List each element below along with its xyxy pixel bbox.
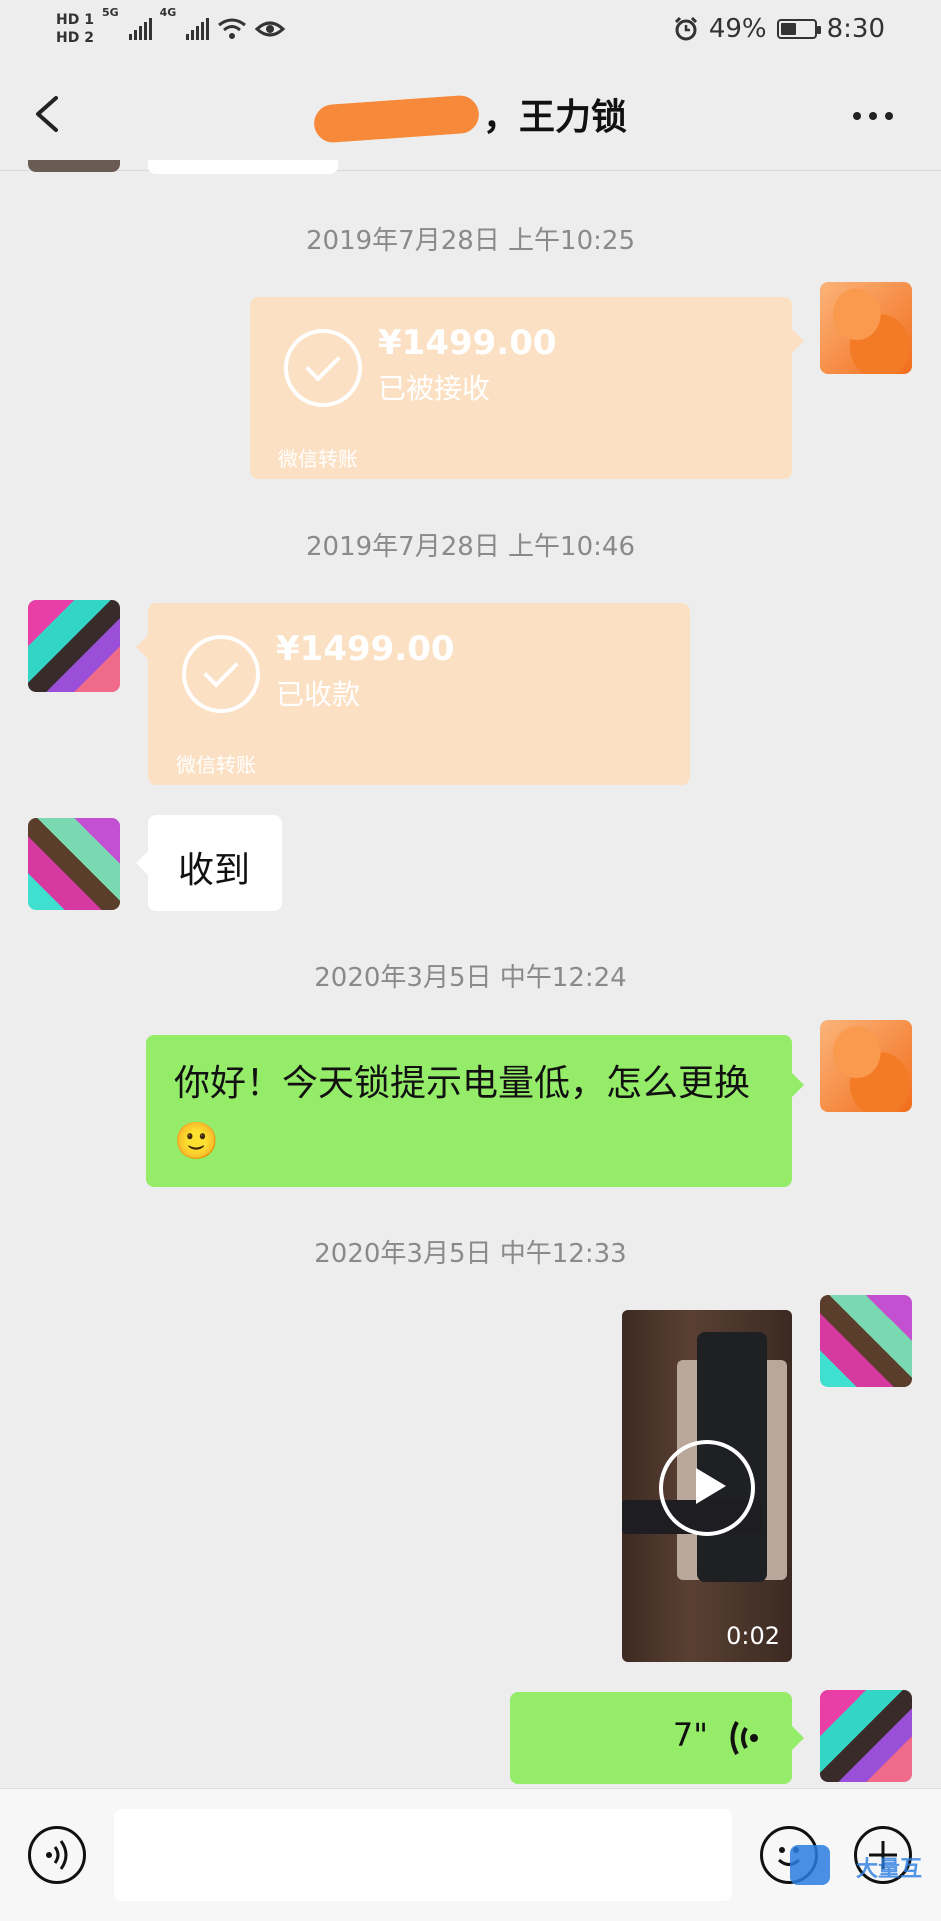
message-input[interactable] bbox=[114, 1809, 732, 1901]
my-avatar[interactable] bbox=[820, 1295, 912, 1387]
smile-emoji-icon: 🙂 bbox=[174, 1121, 219, 1162]
status-bar: HD 1 HD 2 5G 4G 49% 8:30 bbox=[0, 0, 941, 58]
voice-wave-icon bbox=[730, 1721, 758, 1755]
transfer-card-received[interactable]: ¥1499.00 已收款 微信转账 bbox=[136, 603, 690, 785]
my-avatar[interactable] bbox=[820, 1690, 912, 1782]
transfer-amount: ¥1499.00 bbox=[276, 629, 455, 669]
video-message[interactable]: 0:02 bbox=[622, 1310, 792, 1662]
message-text: 你好！今天锁提示电量低，怎么更换 🙂 bbox=[174, 1055, 774, 1171]
bubble-tail bbox=[792, 1726, 804, 1750]
transfer-status: 已收款 bbox=[276, 678, 361, 711]
input-bar: 大量互 bbox=[0, 1788, 941, 1921]
previous-avatar-remnant bbox=[28, 160, 120, 172]
alarm-icon bbox=[674, 16, 697, 41]
clock: 8:30 bbox=[826, 14, 885, 44]
chat-header: ，王力锁 bbox=[0, 58, 941, 171]
battery-icon bbox=[776, 19, 821, 39]
message-bubble-sent[interactable]: 你好！今天锁提示电量低，怎么更换 🙂 bbox=[146, 1035, 804, 1187]
battery-fill bbox=[780, 23, 797, 35]
voice-input-icon[interactable] bbox=[28, 1826, 86, 1884]
signal-icon bbox=[128, 18, 152, 40]
transfer-amount: ¥1499.00 bbox=[378, 323, 557, 363]
question-text: 你好！今天锁提示电量低，怎么更换 bbox=[174, 1063, 751, 1104]
voice-duration: 7" bbox=[672, 1716, 708, 1754]
redacted-name bbox=[312, 94, 481, 144]
hd2-label: HD 2 bbox=[56, 30, 94, 46]
video-duration: 0:02 bbox=[726, 1622, 780, 1650]
message-text: 收到 bbox=[178, 850, 251, 891]
transfer-status: 已被接收 bbox=[378, 372, 491, 405]
play-icon[interactable] bbox=[659, 1440, 755, 1536]
bubble-tail bbox=[792, 1073, 804, 1097]
my-avatar[interactable] bbox=[820, 1020, 912, 1112]
timestamp: 2020年3月5日 中午12:33 bbox=[314, 1239, 627, 1269]
eye-icon bbox=[255, 21, 286, 37]
network-5g-label: 5G bbox=[101, 6, 119, 19]
timestamp: 2019年7月28日 上午10:25 bbox=[306, 226, 635, 256]
watermark-text: 大量互 bbox=[856, 1857, 923, 1882]
previous-bubble-remnant bbox=[148, 160, 338, 174]
bubble-tail bbox=[792, 329, 804, 353]
voice-message[interactable]: 7" bbox=[510, 1692, 804, 1784]
more-options-icon[interactable] bbox=[853, 112, 893, 124]
contact-avatar[interactable] bbox=[28, 818, 120, 910]
timestamp: 2019年7月28日 上午10:46 bbox=[306, 532, 635, 562]
battery-percent: 49% bbox=[708, 14, 767, 44]
chat-title: ，王力锁 bbox=[0, 88, 941, 144]
watermark-logo bbox=[790, 1845, 830, 1885]
message-bubble-received[interactable]: 收到 bbox=[136, 815, 282, 911]
bubble-tail bbox=[136, 635, 148, 659]
wifi-icon bbox=[218, 18, 247, 39]
my-avatar[interactable] bbox=[820, 282, 912, 374]
status-bar-right: 49% 8:30 bbox=[673, 12, 885, 46]
bubble-tail bbox=[136, 851, 148, 875]
signal-icon bbox=[186, 18, 210, 40]
hd-indicators: HD 1 HD 2 bbox=[56, 12, 94, 46]
transfer-card-sent[interactable]: ¥1499.00 已被接收 微信转账 bbox=[250, 297, 804, 479]
status-bar-left: HD 1 HD 2 5G 4G bbox=[56, 6, 286, 52]
hd1-label: HD 1 bbox=[56, 12, 94, 28]
contact-avatar[interactable] bbox=[28, 600, 120, 692]
network-4g-label: 4G bbox=[159, 6, 177, 19]
timestamp: 2020年3月5日 中午12:24 bbox=[314, 963, 627, 993]
transfer-footer: 微信转账 bbox=[278, 447, 358, 471]
transfer-footer: 微信转账 bbox=[176, 753, 256, 777]
chat-title-text: ，王力锁 bbox=[482, 97, 627, 138]
